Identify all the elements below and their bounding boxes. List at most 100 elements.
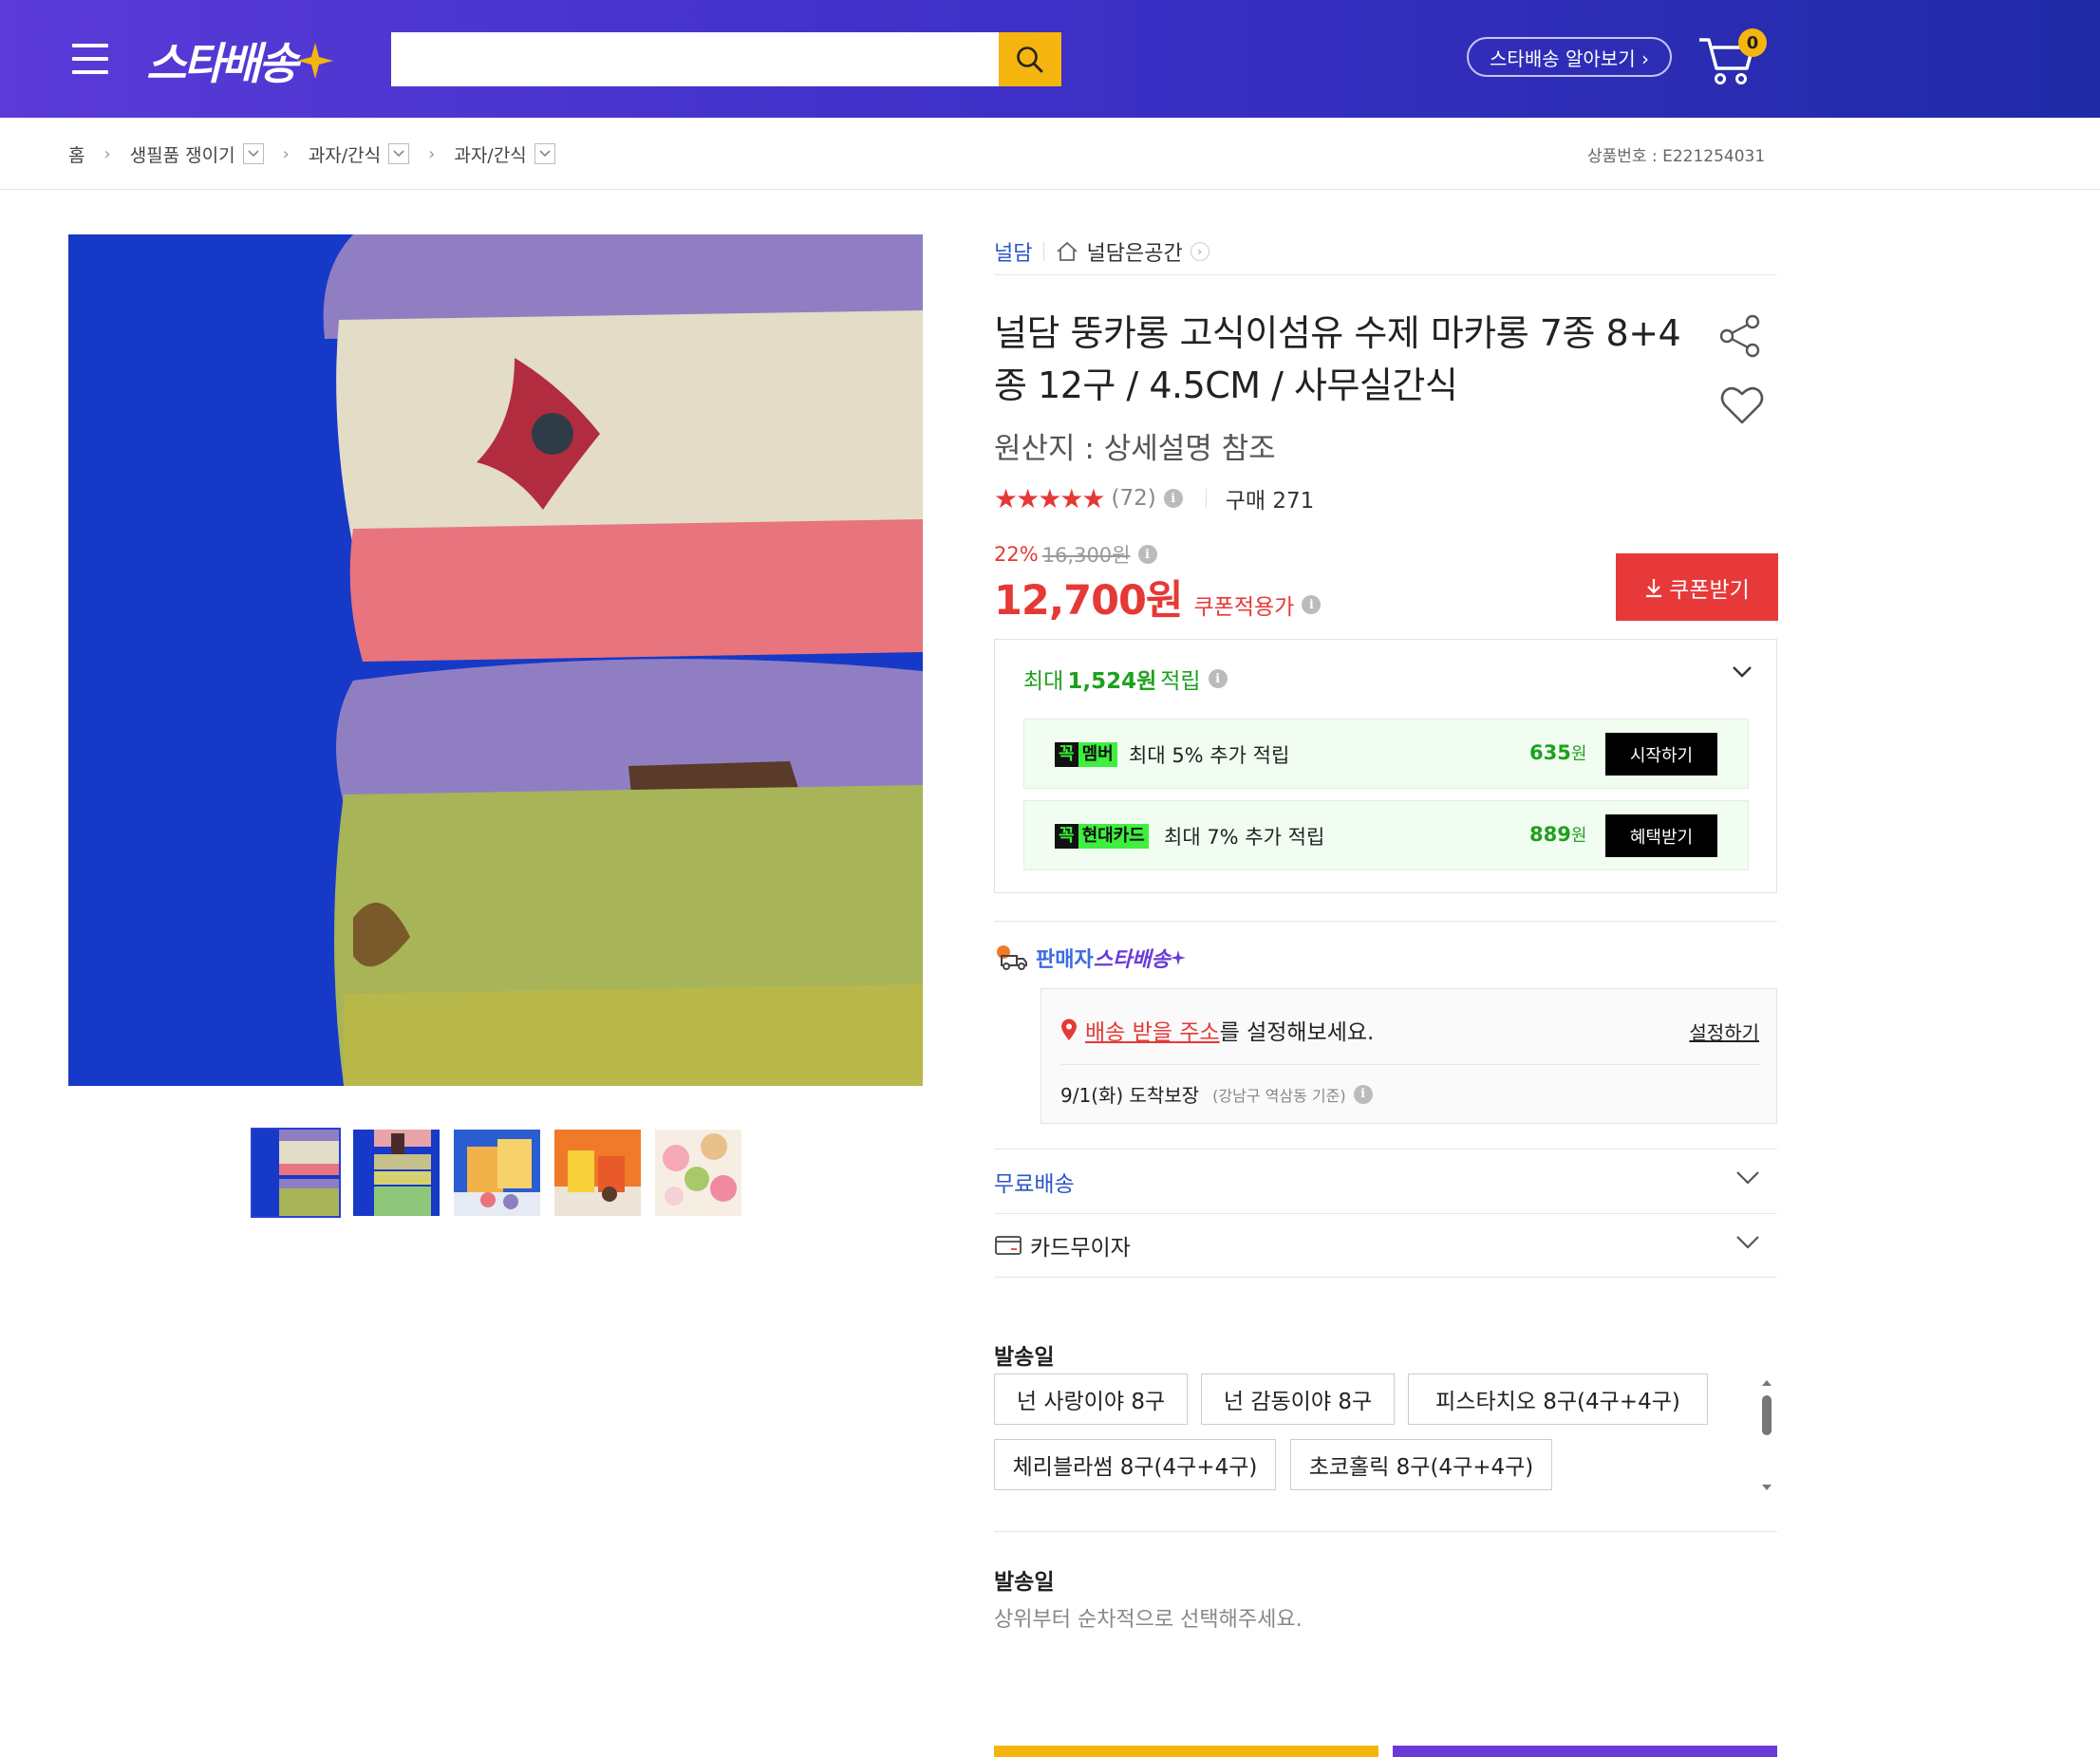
card-installment-label: 카드무이자	[1030, 1236, 1131, 1261]
product-main-image[interactable]	[68, 234, 923, 1086]
chevron-down-icon[interactable]	[388, 143, 410, 164]
option-item[interactable]: 피스타치오 8구(4구+4구)	[1408, 1374, 1708, 1425]
points-number: 889	[1529, 823, 1571, 846]
info-icon[interactable]: i	[1302, 595, 1322, 614]
top-header: 스타배송 스타배송 알아보기 › 0	[0, 0, 2100, 118]
coupon-button-label: 쿠폰받기	[1669, 577, 1750, 603]
heart-icon[interactable]	[1719, 384, 1765, 426]
buy-now-button[interactable]	[1393, 1746, 1777, 1757]
member-points-row: 꼭 멤버 최대 5% 추가 적립 635원 시작하기	[1023, 719, 1749, 789]
thumbnail-2[interactable]	[353, 1130, 440, 1216]
card-installment-row[interactable]: 카드무이자	[994, 1213, 1777, 1278]
card-icon	[995, 1236, 1022, 1255]
points-value: 635원	[1529, 740, 1586, 765]
store-link[interactable]: 널담은공간 ›	[1056, 236, 1209, 267]
seller-name: 스타배송	[1093, 948, 1171, 972]
start-membership-button[interactable]: 시작하기	[1605, 733, 1717, 776]
logo-text: 스타배송	[146, 38, 298, 89]
option-scrollbar[interactable]	[1760, 1378, 1773, 1492]
download-icon	[1646, 578, 1662, 597]
points-value: 889원	[1529, 822, 1586, 847]
arrival-guarantee: 9/1(화) 도착보장 (강남구 역삼동 기준) i	[1060, 1080, 1373, 1108]
info-icon[interactable]: i	[1208, 669, 1228, 688]
cart-count-badge: 0	[1738, 28, 1767, 57]
address-suffix: 를 설정해보세요.	[1219, 1020, 1375, 1045]
option-hint: 상위부터 순차적으로 선택해주세요.	[994, 1608, 1303, 1632]
brand-row: 널담 널담은공간 ›	[994, 228, 1777, 275]
coupon-price-text: 쿠폰적용가	[1193, 595, 1295, 620]
free-shipping-row[interactable]: 무료배송	[994, 1149, 1777, 1213]
delivery-truck-icon	[997, 945, 1027, 970]
macaron-photo	[68, 234, 923, 1086]
share-icon[interactable]	[1717, 313, 1763, 359]
chevron-right-icon: ›	[428, 143, 436, 164]
chevron-down-icon[interactable]	[242, 143, 264, 164]
breadcrumb-category-3[interactable]: 과자/간식	[454, 141, 555, 167]
sparkle-icon	[297, 43, 334, 79]
breadcrumb-label: 홈	[68, 144, 85, 166]
breadcrumb-home[interactable]: 홈	[68, 141, 84, 167]
breadcrumb-bar: 홈 › 생필품 쟁이기 › 과자/간식 › 과자/간식 상품번호 : E2212…	[0, 118, 2100, 190]
arrival-basis: (강남구 역삼동 기준)	[1212, 1086, 1346, 1105]
address-link[interactable]: 배송 받을 주소	[1085, 1014, 1220, 1046]
thumbnail-5[interactable]	[655, 1130, 741, 1216]
search-button[interactable]	[999, 32, 1061, 86]
seller-label: 판매자 스타배송	[996, 943, 1186, 973]
about-star-delivery-button[interactable]: 스타배송 알아보기 ›	[1467, 37, 1672, 77]
option-item[interactable]: 넌 감동이야 8구	[1201, 1374, 1395, 1425]
breadcrumb-label: 과자/간식	[454, 144, 527, 166]
star-rating: ★★★★★	[994, 482, 1106, 514]
logo[interactable]: 스타배송	[146, 34, 334, 89]
get-benefit-button[interactable]: 혜택받기	[1605, 814, 1717, 857]
info-icon[interactable]: i	[1137, 545, 1157, 564]
card-badge: 꼭 현대카드	[1055, 824, 1149, 849]
breadcrumb-label: 생필품 쟁이기	[129, 144, 235, 166]
thumbnail-4[interactable]	[554, 1130, 641, 1216]
divider	[994, 921, 1777, 922]
search-icon	[1017, 46, 1043, 72]
breadcrumb-category-2[interactable]: 과자/간식	[309, 141, 410, 167]
set-address-button[interactable]: 설정하기	[1689, 1018, 1759, 1045]
menu-icon[interactable]	[72, 44, 108, 74]
badge-kk: 꼭	[1055, 742, 1078, 767]
breadcrumb-category-1[interactable]: 생필품 쟁이기	[130, 141, 264, 167]
review-count[interactable]: (72)	[1112, 486, 1156, 511]
arrival-date: 9/1(화) 도착보장	[1060, 1084, 1200, 1107]
info-icon[interactable]: i	[1353, 1084, 1373, 1104]
badge-label: 현대카드	[1078, 824, 1149, 849]
cart-button[interactable]: 0	[1697, 28, 1767, 89]
points-unit: 원	[1570, 744, 1587, 764]
chevron-down-icon	[1736, 1171, 1759, 1185]
option-item[interactable]: 체리블라썸 8구(4구+4구)	[994, 1439, 1276, 1490]
seller-prefix: 판매자	[1036, 948, 1094, 972]
rating-row: ★★★★★ (72) i 구매 271	[994, 482, 1314, 514]
points-amount: 1,524원	[1067, 669, 1157, 694]
sparkle-icon	[1170, 950, 1186, 965]
divider	[1205, 489, 1207, 508]
chevron-down-icon[interactable]	[1731, 664, 1753, 680]
member-badge: 꼭 멤버	[1055, 742, 1117, 767]
option-title: 발송일	[994, 1345, 1055, 1370]
address-box: 배송 받을 주소 를 설정해보세요. 설정하기 9/1(화) 도착보장 (강남구…	[1041, 988, 1777, 1124]
thumbnail-3[interactable]	[454, 1130, 540, 1216]
search-input[interactable]	[391, 32, 999, 86]
brand-link[interactable]: 널담	[994, 236, 1032, 267]
home-icon	[1057, 241, 1078, 261]
card-points-row: 꼭 현대카드 최대 7% 추가 적립 889원 혜택받기	[1023, 800, 1749, 870]
store-name: 널담은공간	[1086, 241, 1183, 266]
chevron-down-icon[interactable]	[534, 143, 555, 164]
price-row: 12,700원 쿠폰적용가 i	[994, 568, 1322, 626]
coupon-download-button[interactable]: 쿠폰받기	[1616, 553, 1778, 621]
option-item[interactable]: 초코홀릭 8구(4구+4구)	[1290, 1439, 1552, 1490]
max-points: 최대 1,524원 적립 i	[1023, 663, 1228, 695]
points-box: 최대 1,524원 적립 i 꼭 멤버 최대 5% 추가 적립 635원 시작하…	[994, 639, 1777, 893]
info-icon[interactable]: i	[1163, 489, 1183, 508]
chevron-right-icon: ›	[1190, 241, 1209, 261]
divider	[1043, 241, 1045, 261]
cart-add-button[interactable]	[994, 1746, 1378, 1757]
option-item[interactable]: 넌 사랑이야 8구	[994, 1374, 1188, 1425]
divider	[1060, 1064, 1759, 1065]
purchase-count: 구매 271	[1225, 489, 1315, 514]
thumbnail-strip	[251, 1128, 741, 1218]
thumbnail-1[interactable]	[251, 1128, 341, 1218]
